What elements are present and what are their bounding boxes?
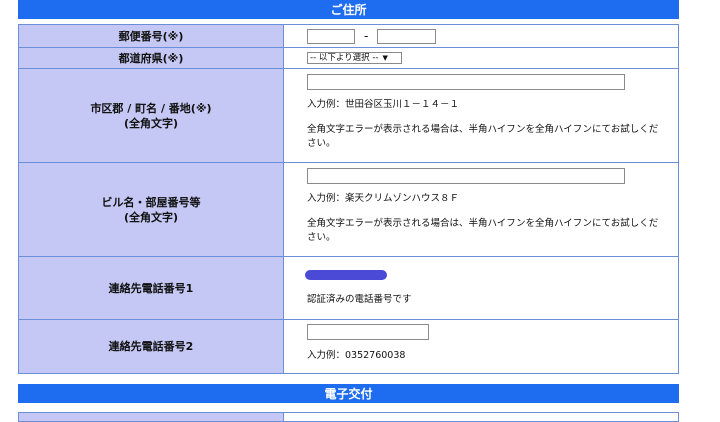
phone2-example: 入力例：0352760038 <box>307 350 406 361</box>
electronic-delivery-label <box>19 413 284 421</box>
city-address-note: 全角文字エラーが表示される場合は、半角ハイフンを全角ハイフンにてお試しください。 <box>307 124 659 149</box>
postal-code-row: 郵便番号(※) - <box>18 24 679 48</box>
phone1-cell: 認証済みの電話番号です <box>284 257 678 319</box>
phone2-row: 連絡先電話番号2 入力例：0352760038 <box>18 319 679 374</box>
phone2-cell: 入力例：0352760038 <box>284 320 678 373</box>
postal-code-second-input[interactable] <box>377 29 436 44</box>
prefecture-row: 都道府県(※) -- 以下より選択 -- ▼ <box>18 47 679 69</box>
postal-code-first-input[interactable] <box>307 29 355 44</box>
building-label: ビル名・部屋番号等 (全角文字) <box>19 163 284 256</box>
phone1-row: 連絡先電話番号1 認証済みの電話番号です <box>18 256 679 320</box>
prefecture-label: 都道府県(※) <box>19 48 284 68</box>
address-section-title: ご住所 <box>330 3 367 17</box>
city-address-label-main: 市区郡 / 町名 / 番地(※) <box>90 101 212 115</box>
building-cell: 入力例：楽天クリムゾンハウス８Ｆ 全角文字エラーが表示される場合は、半角ハイフン… <box>284 163 678 256</box>
phone2-label: 連絡先電話番号2 <box>19 320 284 373</box>
prefecture-select-value: -- 以下より選択 -- <box>310 53 379 63</box>
building-row: ビル名・部屋番号等 (全角文字) 入力例：楽天クリムゾンハウス８Ｆ 全角文字エラ… <box>18 162 679 257</box>
electronic-delivery-row <box>18 412 679 422</box>
building-label-main: ビル名・部屋番号等 <box>101 195 201 209</box>
postal-code-cell: - <box>284 25 678 47</box>
postal-code-label: 郵便番号(※) <box>19 25 284 47</box>
address-section-header: ご住所 <box>18 0 679 19</box>
city-address-label: 市区郡 / 町名 / 番地(※) (全角文字) <box>19 69 284 162</box>
phone1-label: 連絡先電話番号1 <box>19 257 284 319</box>
electronic-delivery-section-title: 電子交付 <box>324 387 373 401</box>
electronic-delivery-section-header: 電子交付 <box>18 384 679 403</box>
phone1-verified-status: 認証済みの電話番号です <box>307 294 412 305</box>
city-address-label-sub: (全角文字) <box>123 116 179 130</box>
building-label-sub: (全角文字) <box>123 210 179 224</box>
redacted-phone-number <box>305 270 387 280</box>
city-address-example: 入力例：世田谷区玉川１－１４－１ <box>307 99 460 110</box>
chevron-down-icon: ▼ <box>382 54 388 62</box>
building-example: 入力例：楽天クリムゾンハウス８Ｆ <box>307 193 460 204</box>
prefecture-select[interactable]: -- 以下より選択 -- ▼ <box>307 52 402 64</box>
building-note: 全角文字エラーが表示される場合は、半角ハイフンを全角ハイフンにてお試しください。 <box>307 218 659 243</box>
city-address-input[interactable] <box>307 74 625 90</box>
postal-code-separator: - <box>364 29 369 43</box>
prefecture-cell: -- 以下より選択 -- ▼ <box>284 48 678 68</box>
building-input[interactable] <box>307 168 625 184</box>
electronic-delivery-cell <box>284 413 678 421</box>
city-address-row: 市区郡 / 町名 / 番地(※) (全角文字) 入力例：世田谷区玉川１－１４－１… <box>18 68 679 163</box>
phone2-input[interactable] <box>307 324 429 340</box>
city-address-cell: 入力例：世田谷区玉川１－１４－１ 全角文字エラーが表示される場合は、半角ハイフン… <box>284 69 678 162</box>
